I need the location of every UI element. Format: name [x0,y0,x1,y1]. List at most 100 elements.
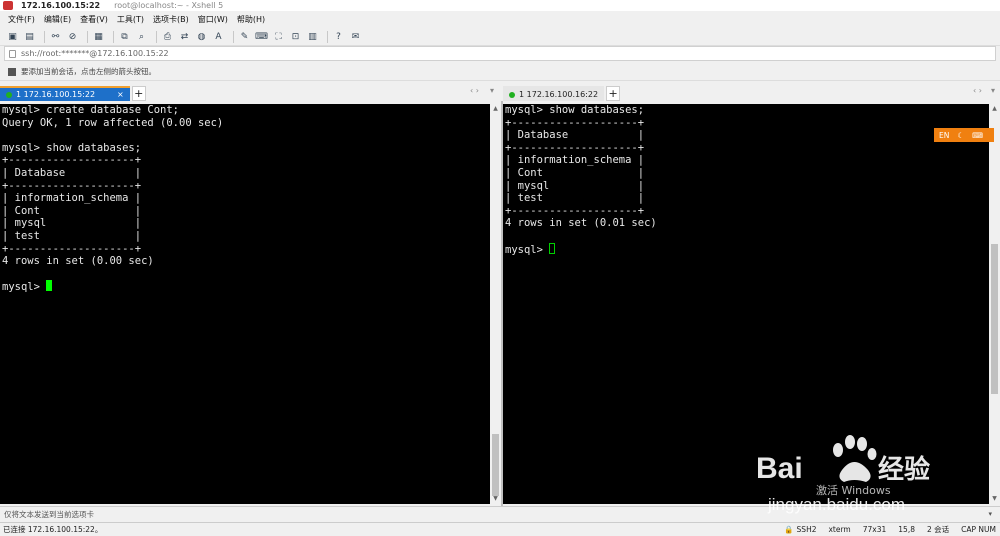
terminal-line: +--------------------+ [505,141,645,154]
compose-text: 仅将文本发送到当前选项卡 [4,509,94,519]
left-tab-strip: 1 172.16.100.15:22 × + ‹ › ▾ [0,84,500,101]
add-tab-button[interactable]: + [131,86,146,101]
menu-tab[interactable]: 选项卡(B) [153,14,189,25]
connection-status: 已连接 172.16.100.15:22。 [3,525,103,534]
protocol-label: SSH2 [796,525,817,534]
terminal-line: | Database | [505,129,645,142]
terminal-line: | mysql | [2,217,142,230]
toolbar-separator [87,30,88,43]
ime-indicator[interactable]: EN ☾ ⌨ [934,128,994,142]
status-bar: 已连接 172.16.100.15:22。 🔒 SSH2 xterm 77x31… [0,522,1000,536]
terminal-cursor [46,280,53,292]
font-icon[interactable]: A [212,31,225,43]
terminal-line: | Database | [2,166,142,179]
properties-icon[interactable]: ▦ [92,31,105,43]
menu-file[interactable]: 文件(F) [8,14,35,25]
terminal-line: +--------------------+ [2,179,142,192]
menu-window[interactable]: 窗口(W) [198,14,228,25]
session-count: 2 会话 [926,525,950,534]
address-text: ssh://root:*******@172.16.100.15:22 [21,49,169,58]
connected-icon [509,91,515,98]
ime-moon-icon: ☾ [957,130,965,140]
right-tab-strip: 1 172.16.100.16:22 + ‹ › ▾ [503,84,1000,101]
terminal-cursor [549,242,556,254]
window-title: 172.16.100.15:22 [21,1,101,10]
arrow-icon[interactable] [8,67,16,76]
scroll-thumb[interactable] [492,434,499,496]
disconnect-icon[interactable]: ⊘ [66,31,79,43]
scroll-up-icon[interactable]: ▲ [989,104,1000,114]
menu-view[interactable]: 查看(V) [80,14,108,25]
transfer-icon[interactable]: ⇄ [178,31,191,43]
terminal-line: mysql> create database Cont; [2,104,180,116]
toolbar-separator [327,30,328,43]
terminal-line: mysql> [505,242,989,256]
terminal-line: | information_schema | [505,154,645,167]
new-session-icon[interactable]: ▣ [6,31,19,43]
toolbar: ▣ ▤ ⚯ ⊘ ▦ ⧉ ⌕ ⎙ ⇄ ◍ A ✎ ⌨ ⛶ ⊡ ▥ ? ✉ [0,28,1000,46]
toolbar-separator [156,30,157,43]
tab-session-left[interactable]: 1 172.16.100.15:22 × [0,86,130,101]
chat-icon[interactable]: ✉ [349,31,362,43]
caps-num-indicator: CAP NUM [961,525,996,534]
terminal-left[interactable]: mysql> create database Cont; Query OK, 1 … [0,104,490,504]
hint-text: 要添加当前会话，点击左侧的箭头按钮。 [21,67,156,76]
scroll-down-icon[interactable]: ▼ [490,494,501,504]
tab-list-icon[interactable]: ▾ [490,86,494,95]
scroll-up-icon[interactable]: ▲ [490,104,501,114]
tab-label: 1 172.16.100.16:22 [519,90,599,99]
window-subtitle: root@localhost:~ - Xshell 5 [114,1,224,10]
connect-icon[interactable]: ⚯ [49,31,62,43]
terminal-line: mysql> [2,280,490,293]
address-bar[interactable]: ssh://root:*******@172.16.100.15:22 [4,46,996,61]
terminal-line: +--------------------+ [505,116,645,129]
tab-session-right[interactable]: 1 172.16.100.16:22 [503,86,605,101]
scroll-thumb[interactable] [991,244,998,394]
left-scrollbar[interactable]: ▲ ▼ [490,104,501,504]
keyboard-icon[interactable]: ⌨ [255,31,268,43]
layout-icon[interactable]: ▥ [306,31,319,43]
tab-label: 1 172.16.100.15:22 [16,90,96,99]
terminal-type: xterm [828,525,851,534]
toolbar-separator [113,30,114,43]
close-icon[interactable]: × [117,90,124,99]
globe-icon[interactable]: ◍ [195,31,208,43]
tab-scroll-arrows-icon[interactable]: ‹ › [973,86,982,95]
terminal-right[interactable]: mysql> show databases; +-----------------… [503,104,989,504]
session-hint-bar: 要添加当前会话，点击左侧的箭头按钮。 [0,63,1000,81]
toolbar-separator [233,30,234,43]
menu-tools[interactable]: 工具(T) [117,14,144,25]
ssh-lock-icon: 🔒 [784,525,794,534]
help-icon[interactable]: ? [332,31,345,43]
connected-icon [6,91,12,98]
terminal-line: +--------------------+ [2,154,142,167]
add-tab-button[interactable]: + [606,86,621,101]
xshell-logo-icon [3,1,13,10]
lock-icon[interactable]: ⊡ [289,31,302,43]
fullscreen-icon[interactable]: ⛶ [272,31,285,43]
terminal-line: | Cont | [2,204,142,217]
tab-scroll-arrows-icon[interactable]: ‹ › [470,86,479,95]
menu-edit[interactable]: 编辑(E) [44,14,71,25]
menu-help[interactable]: 帮助(H) [237,14,265,25]
print-icon[interactable]: ⎙ [161,31,174,43]
terminal-line: | test | [2,229,142,242]
chevron-down-icon[interactable]: ▾ [988,510,992,518]
copy-icon[interactable]: ⧉ [118,31,131,43]
open-folder-icon[interactable]: ▤ [23,31,36,43]
compose-bar[interactable]: 仅将文本发送到当前选项卡 ▾ [0,506,1000,521]
find-icon[interactable]: ⌕ [135,31,148,43]
script-icon[interactable]: ✎ [238,31,251,43]
title-bar: 172.16.100.15:22 root@localhost:~ - Xshe… [0,0,1000,11]
tab-list-icon[interactable]: ▾ [991,86,995,95]
scroll-down-icon[interactable]: ▼ [989,494,1000,504]
terminal-line: | mysql | [505,179,645,192]
cursor-position: 15,8 [898,525,915,534]
terminal-line: 4 rows in set (0.00 sec) [2,255,154,268]
right-scrollbar[interactable]: ▲ ▼ [989,104,1000,504]
terminal-line: +--------------------+ [505,204,645,217]
ime-keyboard-icon: ⌨ [972,130,983,140]
